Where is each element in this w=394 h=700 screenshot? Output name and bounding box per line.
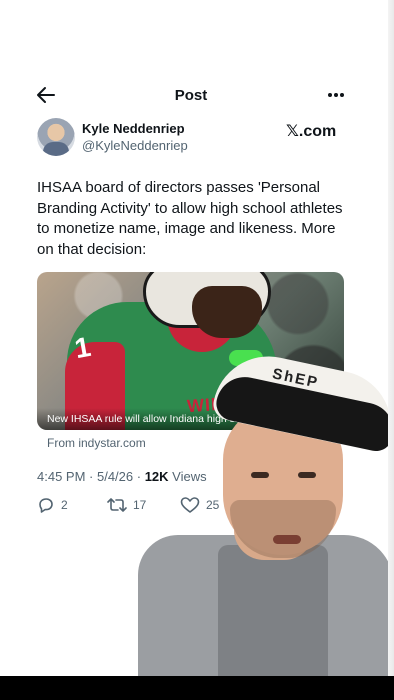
repost-icon (107, 498, 127, 512)
post-header: Post (36, 80, 346, 110)
tweet-text: IHSAA board of directors passes 'Persona… (37, 179, 343, 258)
creator-video-overlay: ShEP (138, 346, 394, 676)
author-name[interactable]: Kyle Neddenriep (82, 121, 185, 136)
post-date: 5/4/26 (96, 469, 134, 484)
link-source[interactable]: From indystar.com (47, 436, 146, 450)
creator-eye (298, 472, 316, 478)
screen-edge (388, 0, 394, 700)
meta-separator: · (85, 469, 97, 484)
avatar-shirt (43, 142, 69, 156)
creator-shirt (218, 545, 328, 676)
creator-mouth (273, 535, 301, 544)
reply-count: 2 (61, 498, 68, 512)
creator-eye (251, 472, 269, 478)
avatar[interactable] (37, 118, 75, 156)
page-title: Post (174, 87, 208, 104)
reply-button[interactable]: 2 (37, 494, 68, 516)
player-face (192, 286, 262, 338)
reply-icon (39, 498, 53, 513)
screen: Post Kyle Neddenriep @KyleNeddenriep 𝕏.c… (0, 0, 394, 700)
more-horizontal-icon[interactable] (324, 86, 346, 104)
author-handle[interactable]: @KyleNeddenriep (82, 138, 188, 153)
post-time: 4:45 PM (37, 469, 86, 484)
bottom-bar (0, 676, 394, 700)
x-logo: 𝕏.com (286, 123, 337, 140)
